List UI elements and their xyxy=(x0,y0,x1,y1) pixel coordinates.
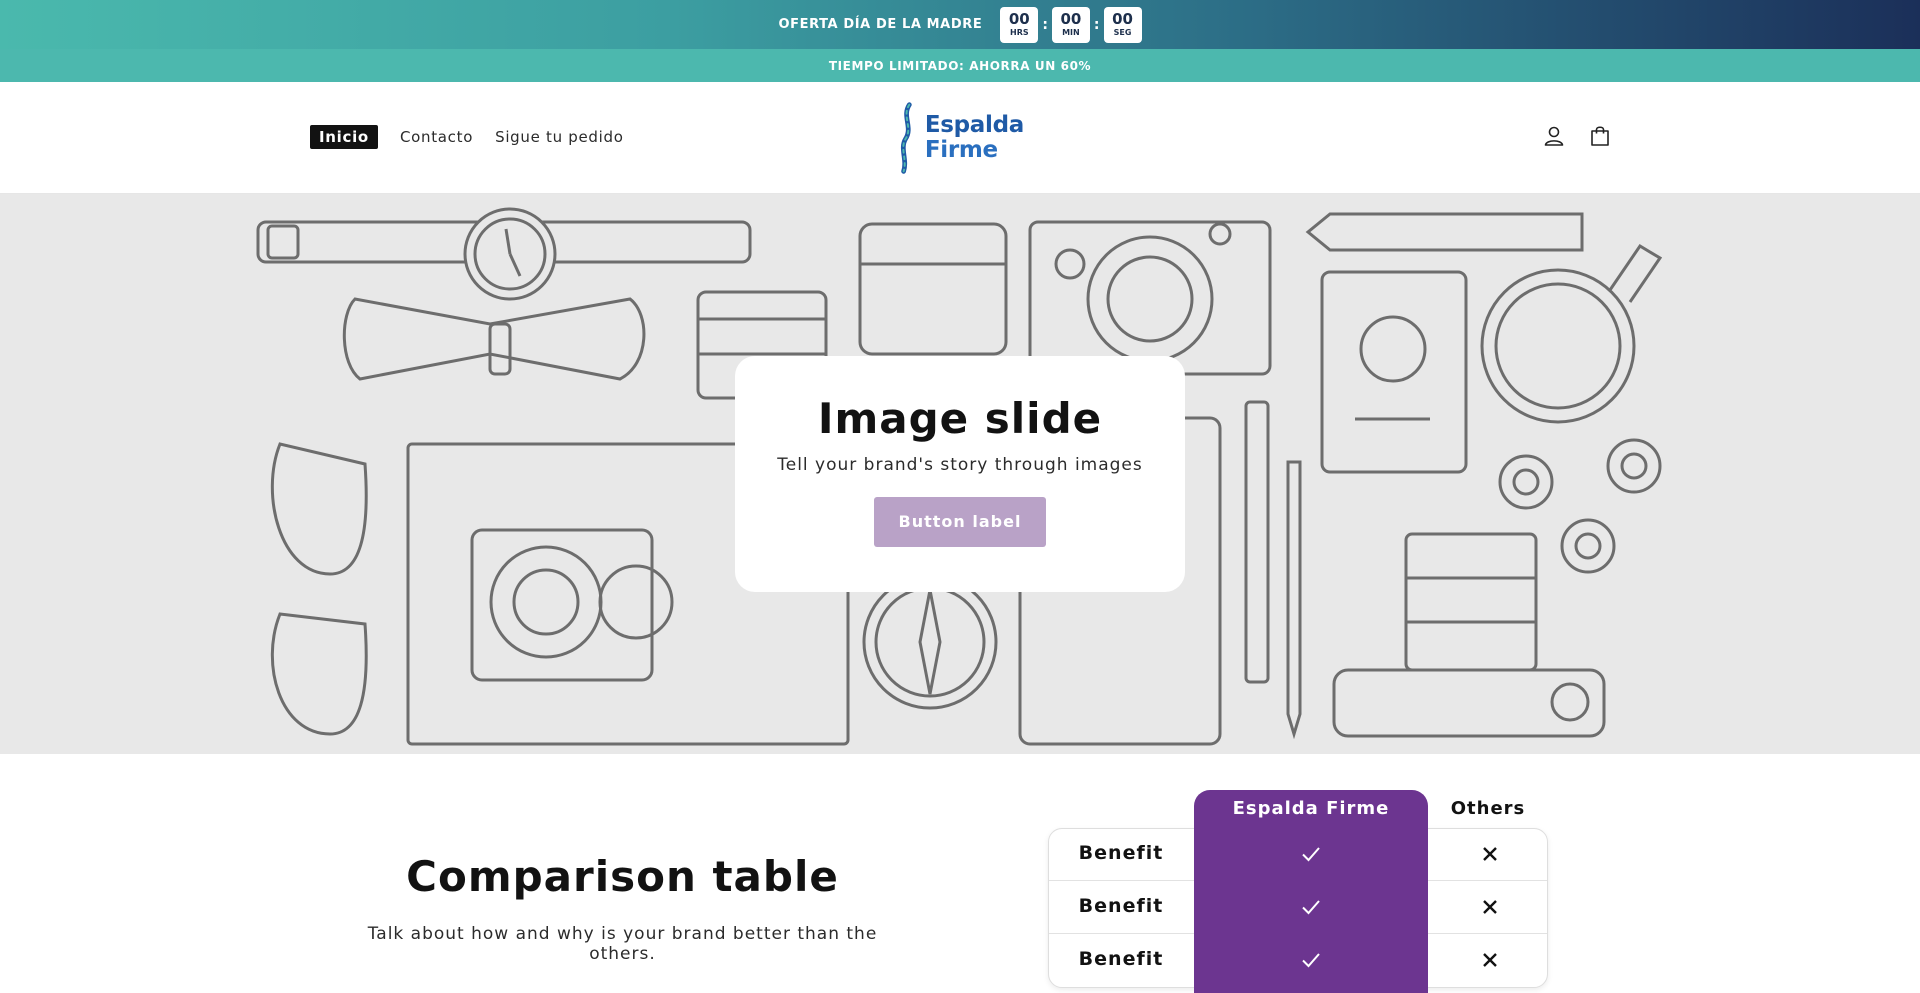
table-row: Benefit xyxy=(1048,881,1548,933)
row-label: Benefit xyxy=(1078,842,1164,864)
logo-wordmark: Espalda Firme xyxy=(925,113,1024,163)
table-row: Benefit xyxy=(1048,934,1548,986)
check-icon xyxy=(1302,847,1320,862)
announcement-bar: TIEMPO LIMITADO: AHORRA UN 60% xyxy=(0,49,1920,82)
main-nav: Inicio Contacto Sigue tu pedido xyxy=(310,125,624,149)
comparison-description: Talk about how and why is your brand bet… xyxy=(367,924,878,964)
account-icon[interactable] xyxy=(1542,124,1566,148)
comparison-section: Comparison table Talk about how and why … xyxy=(0,754,1920,993)
seconds-box: 00 SEG xyxy=(1103,6,1142,43)
hours-label: HRS xyxy=(1010,28,1029,37)
nav-item-contacto[interactable]: Contacto xyxy=(400,125,473,149)
seconds-value: 00 xyxy=(1112,10,1133,28)
table-row: Benefit xyxy=(1048,828,1548,880)
cart-icon[interactable] xyxy=(1588,124,1612,148)
image-slideshow: Image slide Tell your brand's story thro… xyxy=(0,194,1920,754)
row-label: Benefit xyxy=(1078,948,1164,970)
announcement-text: TIEMPO LIMITADO: AHORRA UN 60% xyxy=(828,58,1092,73)
slide-button[interactable]: Button label xyxy=(874,497,1046,547)
others-column-header: Others xyxy=(1450,798,1526,819)
logo-line-2: Firme xyxy=(924,137,998,163)
cross-icon xyxy=(1483,953,1497,967)
countdown-banner: OFERTA DÍA DE LA MADRE 00 HRS : 00 MIN :… xyxy=(0,0,1920,49)
spine-logo-icon xyxy=(900,102,912,174)
nav-item-inicio[interactable]: Inicio xyxy=(310,125,378,149)
time-separator: : xyxy=(1093,16,1100,33)
slide-content-card: Image slide Tell your brand's story thro… xyxy=(735,356,1185,592)
minutes-label: MIN xyxy=(1062,28,1080,37)
minutes-box: 00 MIN xyxy=(1051,6,1090,43)
cross-icon xyxy=(1483,900,1497,914)
logo-line-1: Espalda xyxy=(924,112,1024,138)
comparison-title: Comparison table xyxy=(406,852,839,901)
minutes-value: 00 xyxy=(1060,10,1082,28)
row-label: Benefit xyxy=(1078,895,1164,917)
countdown-timer: 00 HRS : 00 MIN : 00 SEG xyxy=(1000,6,1142,43)
check-icon xyxy=(1302,953,1320,968)
nav-item-sigue-tu-pedido[interactable]: Sigue tu pedido xyxy=(495,125,624,149)
offer-text: OFERTA DÍA DE LA MADRE xyxy=(778,17,983,32)
site-logo[interactable]: Espalda Firme xyxy=(896,100,1024,176)
header-icons xyxy=(1542,124,1612,148)
site-header: Inicio Contacto Sigue tu pedido Espalda … xyxy=(0,82,1920,194)
slide-subtitle: Tell your brand's story through images xyxy=(777,455,1143,475)
slide-title: Image slide xyxy=(817,394,1103,443)
brand-column-header: Espalda Firme xyxy=(1232,798,1390,819)
check-icon xyxy=(1302,900,1320,915)
seconds-label: SEG xyxy=(1113,28,1132,37)
cross-icon xyxy=(1483,847,1497,861)
hours-value: 00 xyxy=(1008,10,1030,28)
hours-box: 00 HRS xyxy=(1000,6,1039,43)
time-separator: : xyxy=(1042,16,1048,33)
